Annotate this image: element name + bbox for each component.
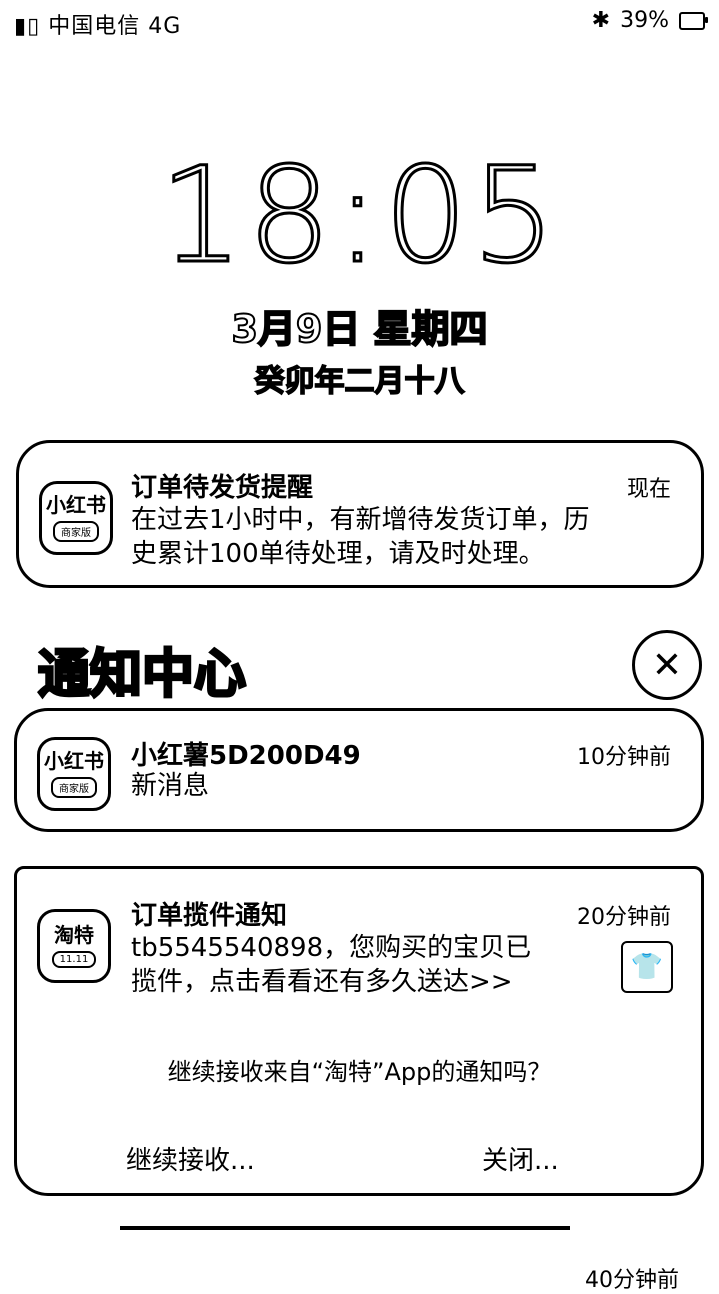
next-notification-time: 40分钟前 [585, 1268, 679, 1293]
app-icon-text: 小红书 [46, 492, 106, 517]
app-icon-sub: 商家版 [51, 776, 97, 798]
app-icon-text: 小红书 [44, 748, 104, 773]
notification-body-line2: 史累计100单待处理，请及时处理。 [131, 539, 545, 569]
notification-center-title: 通知中心 [36, 644, 247, 707]
notification-body: 新消息 [131, 771, 210, 801]
status-right: ✱ 39% [591, 8, 708, 33]
notification-title: 小红薯5D200D49 [131, 741, 361, 771]
status-bar: ▮▯ 中国电信 4G ✱ 39% [0, 0, 719, 44]
notification-time: 现在 [626, 477, 671, 502]
notification-item-message[interactable]: 小红书 商家版 小红薯5D200D49 10分钟前 新消息 [14, 708, 704, 832]
close-notifications-button[interactable]: 关闭... [482, 1140, 559, 1177]
notification-item-pickup[interactable]: 淘特 11.11 订单揽件通知 20分钟前 tb5545540898，您购买的宝… [14, 866, 704, 1196]
app-icon-text: 淘特 [54, 922, 94, 947]
notification-body-line1: tb5545540898，您购买的宝贝已 [131, 933, 532, 963]
notification-title: 订单揽件通知 [131, 901, 288, 931]
lock-clock: 18:05 [158, 139, 560, 293]
bluetooth-icon: ✱ [591, 8, 611, 33]
notification-time: 20分钟前 [577, 905, 671, 930]
notification-permission-prompt: 继续接收来自“淘特”App的通知吗？ [167, 1058, 552, 1086]
taote-app-icon: 淘特 11.11 [37, 909, 111, 983]
signal-icon: ▮▯ [14, 14, 41, 39]
lunar-date: 癸卯年二月十八 [254, 363, 466, 400]
notification-title: 订单待发货提醒 [131, 473, 314, 503]
xiaohongshu-app-icon: 小红书 商家版 [37, 737, 111, 811]
app-icon-sub: 11.11 [51, 950, 97, 968]
notification-body-line1: 在过去1小时中，有新增待发货订单，历 [131, 505, 590, 535]
product-thumbnail-icon: 👕 [621, 941, 673, 993]
battery-icon [679, 11, 708, 30]
notification-body-line2: 揽件，点击看看还有多久送达>> [131, 967, 513, 997]
clear-notifications-button[interactable]: ✕ [632, 630, 702, 700]
keep-receiving-button[interactable]: 继续接收... [126, 1140, 255, 1177]
divider [120, 1226, 570, 1230]
carrier-text: 中国电信 4G [48, 14, 182, 39]
notification-time: 10分钟前 [577, 745, 671, 770]
xiaohongshu-app-icon: 小红书 商家版 [39, 481, 113, 555]
carrier-signal: ▮▯ 中国电信 4G [14, 8, 181, 40]
app-icon-sub: 商家版 [53, 520, 99, 542]
lock-date: 3月9日 星期四 [230, 306, 488, 352]
battery-percent: 39% [620, 8, 669, 33]
notification-banner-order-reminder[interactable]: 小红书 商家版 订单待发货提醒 现在 在过去1小时中，有新增待发货订单，历 史累… [16, 440, 704, 588]
close-icon: ✕ [651, 644, 683, 686]
